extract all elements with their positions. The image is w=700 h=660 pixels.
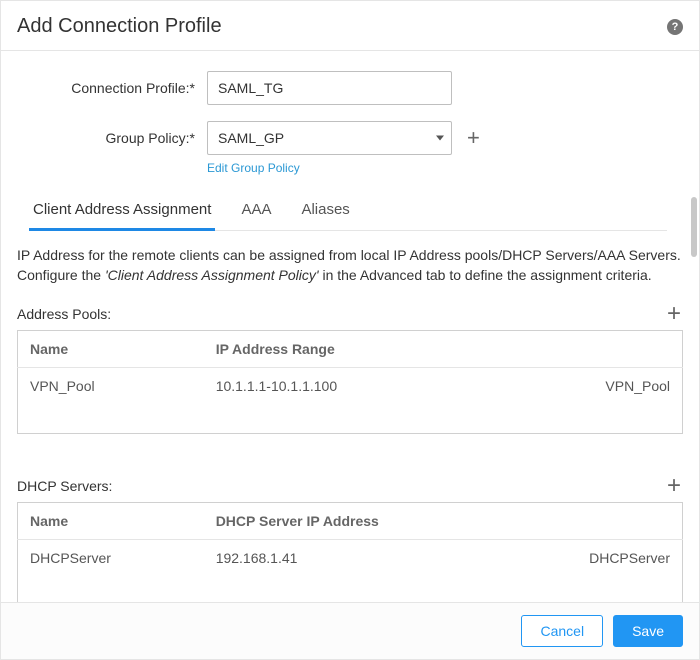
tab-client-address-assignment[interactable]: Client Address Assignment [33, 193, 211, 230]
row-edit-gp-link: Edit Group Policy [17, 159, 683, 175]
tabs: Client Address Assignment AAA Aliases [33, 193, 667, 231]
cell-right: DHCPServer [549, 540, 682, 577]
cell-ip: 192.168.1.41 [204, 540, 550, 577]
label-connection-profile: Connection Profile:* [17, 80, 207, 96]
desc-part: in the Advanced tab to define the assign… [319, 267, 652, 283]
table-row[interactable]: DHCPServer 192.168.1.41 DHCPServer [18, 540, 683, 577]
description-text: IP Address for the remote clients can be… [17, 245, 683, 286]
col-spacer [549, 503, 682, 540]
label-group-policy: Group Policy:* [17, 130, 207, 146]
row-group-policy: Group Policy:* SAML_GP + [17, 121, 683, 155]
cell-right: VPN_Pool [549, 367, 682, 404]
table-gap [18, 576, 683, 602]
row-connection-profile: Connection Profile:* [17, 71, 683, 105]
tab-aaa[interactable]: AAA [241, 193, 271, 230]
tab-aliases[interactable]: Aliases [301, 193, 349, 230]
titlebar: Add Connection Profile ? [1, 1, 699, 51]
table-header-row: Name DHCP Server IP Address [18, 503, 683, 540]
edit-group-policy-link[interactable]: Edit Group Policy [207, 161, 300, 175]
scrollbar[interactable] [690, 197, 698, 587]
dialog-footer: Cancel Save [1, 602, 699, 659]
tab-content-scroll[interactable]: IP Address for the remote clients can be… [1, 231, 699, 602]
table-row[interactable]: VPN_Pool 10.1.1.1-10.1.1.100 VPN_Pool [18, 367, 683, 404]
add-address-pool-icon[interactable]: + [665, 302, 683, 326]
col-range: IP Address Range [204, 330, 550, 367]
cell-name: DHCPServer [18, 540, 204, 577]
dialog-body: Connection Profile:* Group Policy:* SAML… [1, 51, 699, 602]
col-ip: DHCP Server IP Address [204, 503, 550, 540]
add-dhcp-server-icon[interactable]: + [665, 474, 683, 498]
form-area: Connection Profile:* Group Policy:* SAML… [1, 51, 699, 231]
col-spacer [549, 330, 682, 367]
group-policy-value: SAML_GP [207, 121, 452, 155]
dialog-title: Add Connection Profile [17, 15, 667, 38]
section-title-dhcp: DHCP Servers: [17, 478, 665, 494]
desc-emph: 'Client Address Assignment Policy' [105, 267, 319, 283]
label-text: Connection Profile: [71, 80, 189, 96]
col-name: Name [18, 503, 204, 540]
cell-name: VPN_Pool [18, 367, 204, 404]
help-icon[interactable]: ? [667, 19, 683, 35]
table-dhcp-servers: Name DHCP Server IP Address DHCPServer 1… [17, 502, 683, 602]
section-title-address-pools: Address Pools: [17, 306, 665, 322]
scrollbar-thumb[interactable] [691, 197, 697, 257]
section-address-pools: Address Pools: + Name IP Address Range V… [17, 302, 683, 435]
add-group-policy-icon[interactable]: + [467, 127, 480, 149]
chevron-down-icon [436, 136, 444, 141]
required-star: * [190, 80, 195, 96]
section-head: DHCP Servers: + [17, 474, 683, 498]
table-gap [18, 404, 683, 434]
section-dhcp-servers: DHCP Servers: + Name DHCP Server IP Addr… [17, 474, 683, 602]
label-text: Group Policy: [106, 130, 190, 146]
cancel-button[interactable]: Cancel [521, 615, 603, 647]
group-policy-select[interactable]: SAML_GP [207, 121, 452, 155]
section-head: Address Pools: + [17, 302, 683, 326]
col-name: Name [18, 330, 204, 367]
save-button[interactable]: Save [613, 615, 683, 647]
required-star: * [190, 130, 195, 146]
connection-profile-input[interactable] [207, 71, 452, 105]
table-header-row: Name IP Address Range [18, 330, 683, 367]
dialog-add-connection-profile: Add Connection Profile ? Connection Prof… [0, 0, 700, 660]
table-address-pools: Name IP Address Range VPN_Pool 10.1.1.1-… [17, 330, 683, 435]
scrollbar-track [690, 197, 698, 587]
cell-range: 10.1.1.1-10.1.1.100 [204, 367, 550, 404]
